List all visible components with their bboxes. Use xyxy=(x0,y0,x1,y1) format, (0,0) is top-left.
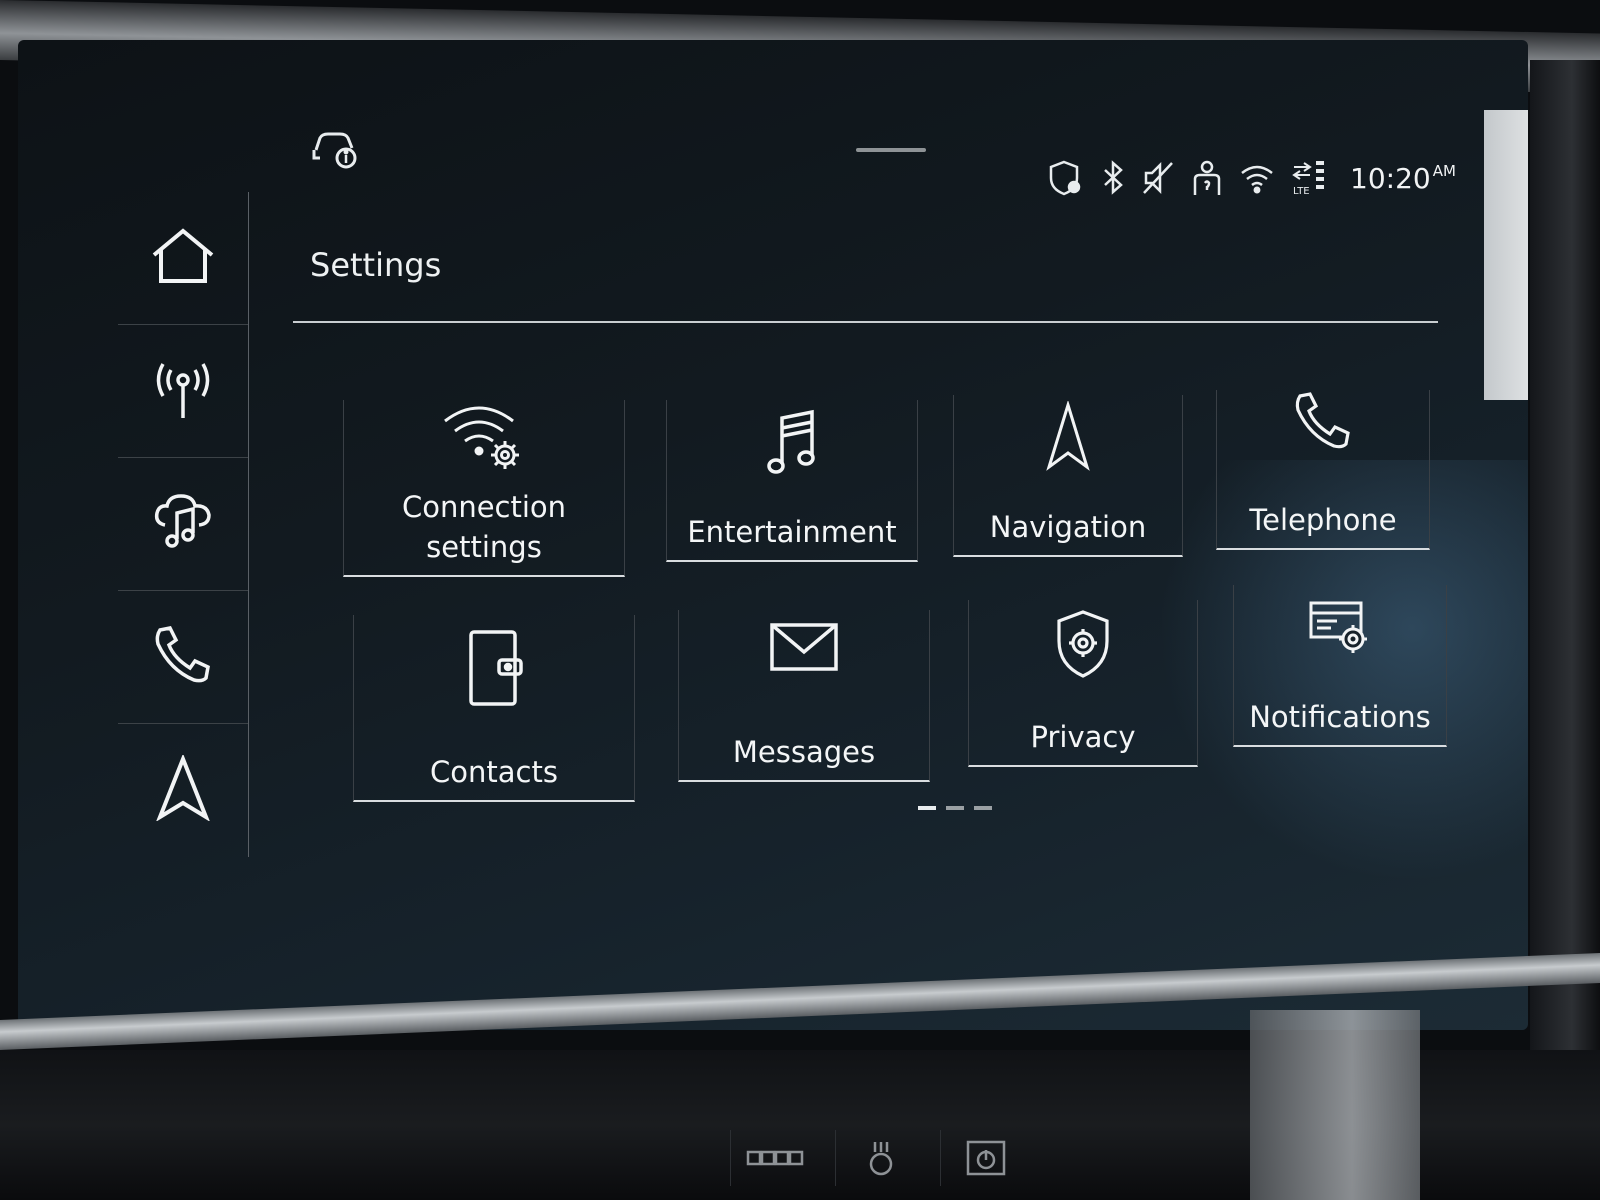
page-indicator[interactable] xyxy=(918,806,992,810)
tile-label: Notifications xyxy=(1249,700,1431,734)
clock-meridiem: AM xyxy=(1432,161,1456,180)
music-cloud-icon xyxy=(151,491,215,557)
tile-connection-settings[interactable]: Connection settings xyxy=(343,400,625,577)
console-button-seat-heat[interactable] xyxy=(835,1130,926,1186)
phone-icon xyxy=(1292,390,1354,456)
tile-entertainment[interactable]: Entertainment xyxy=(666,400,918,562)
home-icon xyxy=(150,227,216,289)
wifi-icon xyxy=(1240,159,1274,197)
sidebar-item-navigation[interactable] xyxy=(118,724,248,856)
lte-icon: LTE xyxy=(1292,159,1326,197)
tile-label: Contacts xyxy=(430,755,558,789)
tile-privacy[interactable]: Privacy xyxy=(968,600,1198,767)
console-button-power[interactable] xyxy=(940,1130,1031,1186)
console-reflection xyxy=(1250,1010,1420,1200)
page-title: Settings xyxy=(310,246,442,284)
status-bar: LTE 10:20 AM xyxy=(1048,156,1456,200)
mute-icon xyxy=(1142,159,1174,197)
wifi-gear-icon xyxy=(439,399,529,477)
title-divider xyxy=(293,321,1438,323)
tile-label: Telephone xyxy=(1249,503,1397,537)
page-dot-3[interactable] xyxy=(974,806,992,810)
person-icon xyxy=(1192,159,1222,197)
sidebar xyxy=(118,192,249,857)
tile-telephone[interactable]: Telephone xyxy=(1216,390,1430,550)
bluetooth-icon xyxy=(1102,159,1124,197)
bezel-right xyxy=(1530,60,1600,1060)
notification-settings-icon xyxy=(1307,599,1373,661)
car-info-icon[interactable] xyxy=(312,126,360,170)
page-dot-2[interactable] xyxy=(946,806,964,810)
tile-contacts[interactable]: Contacts xyxy=(353,615,635,802)
contact-book-icon xyxy=(463,628,525,712)
tile-label: Connection settings xyxy=(402,487,566,575)
tile-label: Messages xyxy=(732,735,876,769)
console-button-defrost[interactable] xyxy=(730,1130,821,1186)
envelope-icon xyxy=(769,622,839,676)
tile-label: Privacy xyxy=(1030,720,1136,754)
radio-antenna-icon xyxy=(152,358,214,424)
sidebar-item-home[interactable] xyxy=(118,192,248,325)
clock-time: 10:20 xyxy=(1350,161,1431,195)
tile-label-line1: Connection xyxy=(401,490,567,524)
sidebar-item-radio[interactable] xyxy=(118,325,248,458)
page-dot-1[interactable] xyxy=(918,806,936,810)
screen-edge-reflection xyxy=(1484,110,1528,400)
sidebar-item-phone[interactable] xyxy=(118,591,248,724)
tile-messages[interactable]: Messages xyxy=(678,610,930,782)
phone-icon xyxy=(152,624,214,690)
svg-text:LTE: LTE xyxy=(1293,186,1310,197)
infotainment-screen: LTE 10:20 AM Settings Connection setting… xyxy=(18,40,1528,1030)
navigation-arrow-icon xyxy=(1045,399,1091,475)
music-note-icon xyxy=(766,408,818,482)
location-shield-icon xyxy=(1048,159,1084,197)
sidebar-item-media[interactable] xyxy=(118,458,248,591)
tile-label-line2: settings xyxy=(426,530,542,564)
drag-handle[interactable] xyxy=(856,148,926,152)
clock: 10:20 AM xyxy=(1350,162,1456,195)
tile-notifications[interactable]: Notifications xyxy=(1233,585,1447,747)
tile-label: Navigation xyxy=(989,510,1147,544)
shield-gear-icon xyxy=(1055,609,1111,683)
tile-label: Entertainment xyxy=(687,515,897,549)
tile-navigation[interactable]: Navigation xyxy=(953,395,1183,557)
navigation-arrow-icon xyxy=(155,753,211,825)
